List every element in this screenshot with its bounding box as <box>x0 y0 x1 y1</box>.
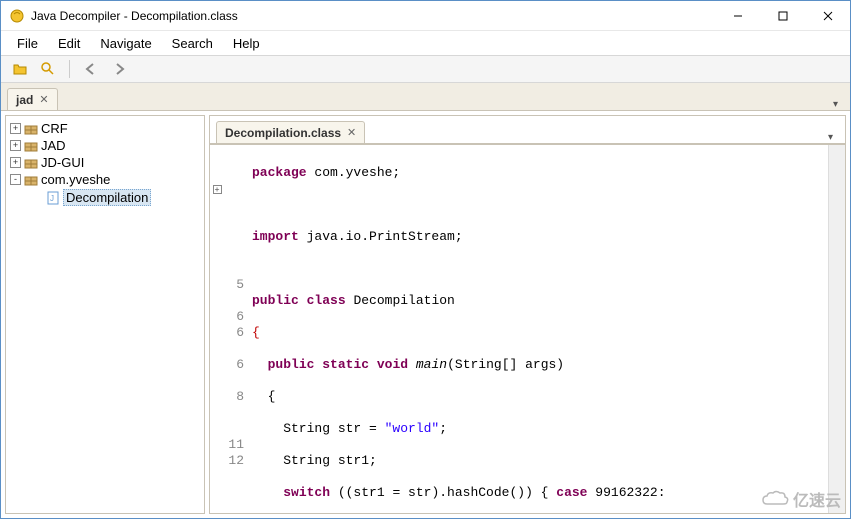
tree-node-crf[interactable]: + CRF <box>6 120 204 137</box>
editor-tab[interactable]: Decompilation.class ✕ <box>216 121 365 143</box>
tree-label: JAD <box>41 138 66 153</box>
menu-help[interactable]: Help <box>225 34 268 53</box>
tab-menu-icon[interactable]: ▾ <box>828 132 839 143</box>
outer-tab-jad[interactable]: jad ✕ <box>7 88 58 110</box>
open-button[interactable] <box>9 58 31 80</box>
expand-icon[interactable]: + <box>10 123 21 134</box>
tree-node-decompilation[interactable]: J Decompilation <box>6 188 204 207</box>
package-icon <box>24 139 38 153</box>
titlebar: Java Decompiler - Decompilation.class <box>1 1 850 31</box>
tree-node-jad[interactable]: + JAD <box>6 137 204 154</box>
close-tab-icon[interactable]: ✕ <box>39 93 48 106</box>
outer-tab-label: jad <box>16 93 33 107</box>
toolbar-separator <box>69 60 70 78</box>
menubar: File Edit Navigate Search Help <box>1 31 850 55</box>
expand-icon[interactable]: + <box>10 157 21 168</box>
window-controls <box>715 1 850 30</box>
app-window: Java Decompiler - Decompilation.class Fi… <box>0 0 851 519</box>
code-content[interactable]: package com.yveshe; import java.io.Print… <box>248 145 828 513</box>
forward-button[interactable] <box>108 58 130 80</box>
editor-pane: Decompilation.class ✕ ▾ + 566681112 pack… <box>209 115 846 514</box>
maximize-button[interactable] <box>760 1 805 30</box>
editor-tab-row: Decompilation.class ✕ ▾ <box>210 116 845 144</box>
toolbar <box>1 55 850 83</box>
collapse-icon[interactable]: - <box>10 174 21 185</box>
close-tab-icon[interactable]: ✕ <box>347 126 356 139</box>
tree-label: Decompilation <box>63 189 151 206</box>
package-icon <box>24 156 38 170</box>
menu-edit[interactable]: Edit <box>50 34 88 53</box>
search-tool-button[interactable] <box>37 58 59 80</box>
menu-file[interactable]: File <box>9 34 46 53</box>
vertical-scrollbar[interactable] <box>828 145 845 513</box>
close-button[interactable] <box>805 1 850 30</box>
tree-label: com.yveshe <box>41 172 110 187</box>
code-viewport[interactable]: + 566681112 package com.yveshe; import j… <box>210 144 845 513</box>
back-button[interactable] <box>80 58 102 80</box>
svg-text:J: J <box>50 194 54 203</box>
tree-node-comyveshe[interactable]: - com.yveshe <box>6 171 204 188</box>
tree-node-jdgui[interactable]: + JD-GUI <box>6 154 204 171</box>
fold-column: + <box>210 145 224 513</box>
expand-icon[interactable]: + <box>10 140 21 151</box>
content-area: + CRF + JAD + JD-GUI - com.yvesh <box>1 111 850 518</box>
package-tree[interactable]: + CRF + JAD + JD-GUI - com.yvesh <box>5 115 205 514</box>
editor-tab-label: Decompilation.class <box>225 126 341 140</box>
java-file-icon: J <box>46 191 60 205</box>
menu-search[interactable]: Search <box>164 34 221 53</box>
package-icon <box>24 173 38 187</box>
tab-menu-icon[interactable]: ▾ <box>833 99 844 110</box>
menu-navigate[interactable]: Navigate <box>92 34 159 53</box>
line-gutter: 566681112 <box>224 145 248 513</box>
package-icon <box>24 122 38 136</box>
tree-label: CRF <box>41 121 68 136</box>
fold-icon[interactable]: + <box>213 185 222 194</box>
minimize-button[interactable] <box>715 1 760 30</box>
outer-tab-row: jad ✕ ▾ <box>1 83 850 111</box>
app-icon <box>9 8 25 24</box>
window-title: Java Decompiler - Decompilation.class <box>31 9 715 23</box>
tree-label: JD-GUI <box>41 155 84 170</box>
